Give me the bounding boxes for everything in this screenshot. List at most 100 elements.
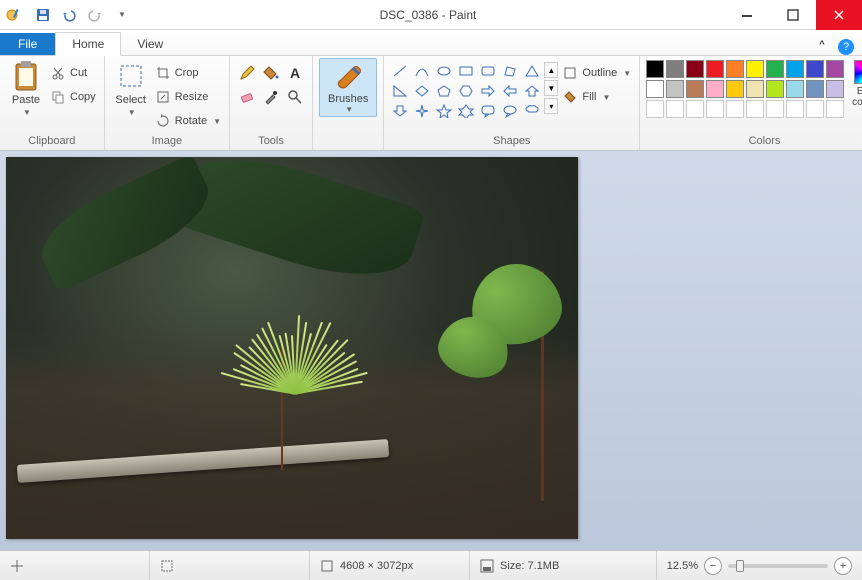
color-swatch-empty[interactable] [786,100,804,118]
shape-hexagon[interactable] [456,82,476,100]
color-swatch[interactable] [746,60,764,78]
fill-button[interactable]: Fill▼ [560,86,633,108]
brushes-button[interactable]: Brushes ▼ [319,58,377,117]
color-swatch[interactable] [806,60,824,78]
titlebar-left: ▼ [0,4,132,26]
text-tool[interactable]: A [284,62,306,84]
chevron-down-icon: ▼ [128,108,136,117]
cut-button[interactable]: Cut [48,62,98,84]
zoom-out-button[interactable]: − [704,557,722,575]
color-swatch-empty[interactable] [806,100,824,118]
color-swatch[interactable] [766,60,784,78]
tab-file[interactable]: File [0,33,55,55]
shape-pentagon[interactable] [434,82,454,100]
shape-arrow-right[interactable] [478,82,498,100]
color-swatch-empty[interactable] [826,100,844,118]
color-swatch[interactable] [726,80,744,98]
shape-rounded-rect[interactable] [478,62,498,80]
color-swatch[interactable] [786,80,804,98]
shape-star5[interactable] [434,102,454,120]
rotate-button[interactable]: Rotate▼ [153,110,223,132]
color-swatch[interactable] [746,80,764,98]
color-swatch-empty[interactable] [706,100,724,118]
help-button[interactable]: ? [838,39,854,55]
outline-button[interactable]: Outline▼ [560,62,633,84]
shape-polygon[interactable] [500,62,520,80]
shape-arrow-up[interactable] [522,82,542,100]
color-swatch-empty[interactable] [746,100,764,118]
ribbon-collapse-button[interactable]: ^ [812,35,832,55]
color-swatch-empty[interactable] [666,100,684,118]
qat-customize-button[interactable]: ▼ [110,4,132,26]
color-swatch[interactable] [706,60,724,78]
shapes-expand[interactable]: ▾ [544,98,558,114]
tab-home[interactable]: Home [55,32,121,56]
group-label-image: Image [152,133,183,150]
color-palette-row1 [646,60,844,78]
magnifier-tool[interactable] [284,86,306,108]
color-swatch[interactable] [726,60,744,78]
paste-button[interactable]: Paste ▼ [6,58,46,119]
color-picker-tool[interactable] [260,86,282,108]
color-swatch[interactable] [666,80,684,98]
redo-button[interactable] [84,4,106,26]
shape-star6[interactable] [456,102,476,120]
color-swatch-empty[interactable] [686,100,704,118]
color-swatch[interactable] [686,60,704,78]
color-swatch[interactable] [826,80,844,98]
canvas-area[interactable] [0,151,862,550]
close-button[interactable] [816,0,862,30]
shape-star4[interactable] [412,102,432,120]
color-swatch[interactable] [686,80,704,98]
shape-callout-oval[interactable] [500,102,520,120]
group-tools: A Tools [230,56,313,150]
edit-colors-button[interactable]: Edit colors [848,60,862,118]
shape-line[interactable] [390,62,410,80]
shape-curve[interactable] [412,62,432,80]
shape-triangle[interactable] [522,62,542,80]
zoom-in-button[interactable]: + [834,557,852,575]
shape-right-triangle[interactable] [390,82,410,100]
select-button[interactable]: Select ▼ [111,58,151,119]
shape-callout-cloud[interactable] [522,102,542,120]
crop-icon [155,65,171,81]
color-swatch-empty[interactable] [646,100,664,118]
color-swatch[interactable] [706,80,724,98]
color-swatch[interactable] [826,60,844,78]
shape-arrow-left[interactable] [500,82,520,100]
statusbar: 4608 × 3072px Size: 7.1MB 12.5% − + [0,550,862,580]
shapes-gallery[interactable] [390,58,542,120]
tab-view[interactable]: View [121,33,179,55]
group-label-shapes: Shapes [493,133,530,150]
color-swatch-empty[interactable] [766,100,784,118]
shapes-scroll-down[interactable]: ▼ [544,80,558,96]
color-swatch[interactable] [646,80,664,98]
shape-callout-rounded[interactable] [478,102,498,120]
minimize-button[interactable] [724,0,770,30]
maximize-button[interactable] [770,0,816,30]
shapes-scroll-up[interactable]: ▲ [544,62,558,78]
shape-oval[interactable] [434,62,454,80]
color-swatch[interactable] [646,60,664,78]
pencil-tool[interactable] [236,62,258,84]
crop-button[interactable]: Crop [153,62,223,84]
zoom-slider-thumb[interactable] [736,560,744,572]
undo-button[interactable] [58,4,80,26]
outline-icon [562,65,578,81]
shape-diamond[interactable] [412,82,432,100]
color-swatch-empty[interactable] [726,100,744,118]
save-button[interactable] [32,4,54,26]
color-swatch[interactable] [806,80,824,98]
eraser-tool[interactable] [236,86,258,108]
color-swatch[interactable] [786,60,804,78]
zoom-slider[interactable] [728,564,828,568]
resize-button[interactable]: Resize [153,86,223,108]
color-swatch[interactable] [666,60,684,78]
color-swatch[interactable] [766,80,784,98]
fill-tool[interactable] [260,62,282,84]
shape-rectangle[interactable] [456,62,476,80]
canvas-image[interactable] [6,157,578,539]
shape-arrow-down[interactable] [390,102,410,120]
copy-button[interactable]: Copy [48,86,98,108]
group-label-brushes-empty [347,133,350,150]
